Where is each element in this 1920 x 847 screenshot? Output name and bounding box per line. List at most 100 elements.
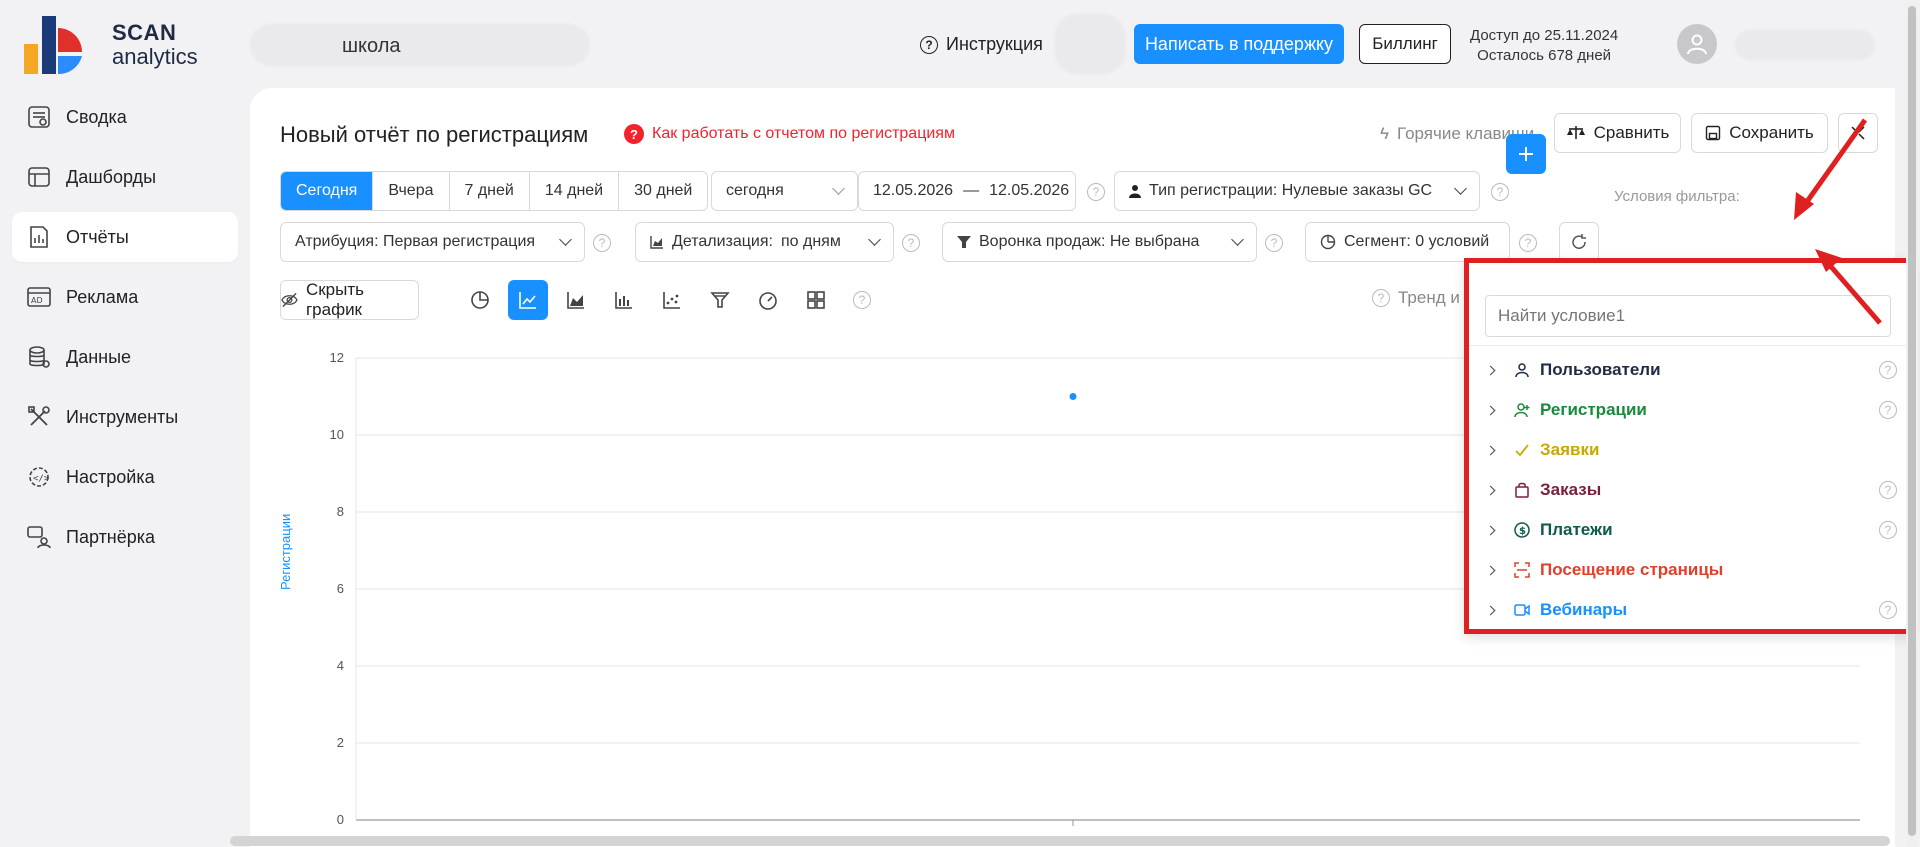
sidebar-item-settings[interactable]: </> Настройка [12,452,238,502]
chevron-down-icon [832,182,845,195]
ads-icon: AD [27,287,51,307]
logo-icon [24,16,82,75]
condition-item[interactable]: Пользователи? [1485,355,1897,385]
trend-toggle[interactable]: ? Тренд и [1372,288,1460,308]
instruction-link[interactable]: ? Инструкция [920,34,1043,55]
period-select[interactable]: сегодня [711,171,858,211]
condition-item[interactable]: Вебинары? [1485,595,1897,625]
chart-type-line-button[interactable] [508,280,548,320]
condition-item-label: Заказы [1540,480,1602,499]
help-icon[interactable]: ? [1491,183,1509,201]
trend-label: Тренд и [1398,288,1460,307]
y-tick-label: 6 [337,581,344,596]
sidebar-item-reports[interactable]: Отчёты [12,212,238,262]
chevron-down-icon [1454,182,1467,195]
chart-type-bar-button[interactable] [604,280,644,320]
period-14-days[interactable]: 14 дней [530,172,620,210]
condition-item[interactable]: $ Платежи? [1485,515,1897,545]
condition-item[interactable]: Заявки [1485,435,1897,465]
user-avatar-icon [1687,34,1707,55]
collapse-icon [1851,126,1865,140]
fullscreen-button[interactable] [1838,113,1878,153]
sidebar-item-dashboards[interactable]: Дашборды [12,152,238,202]
help-icon[interactable]: ? [1265,234,1283,252]
segment-select[interactable]: Сегмент: 0 условий [1305,222,1510,262]
save-button[interactable]: Сохранить [1691,113,1828,153]
help-icon[interactable]: ? [593,234,611,252]
chart-type-area-button[interactable] [556,280,596,320]
gauge-icon [759,292,777,310]
period-today[interactable]: Сегодня [281,172,374,210]
filter-conditions-label: Условия фильтра: [1614,188,1740,205]
detail-select[interactable]: Детализация: по дням [635,222,894,262]
sidebar-item-data[interactable]: Данные [12,332,238,382]
page-title: Новый отчёт по регистрациям [280,122,589,147]
bar-chart-icon [615,292,632,309]
instruction-label: Инструкция [946,34,1043,54]
sidebar-item-label: Дашборды [66,166,156,187]
funnel-value: Воронка продаж: Не выбрана [979,233,1200,250]
period-yesterday[interactable]: Вчера [373,172,450,210]
hide-chart-button[interactable]: Скрыть график [280,280,419,320]
period-7-days[interactable]: 7 дней [450,172,530,210]
logo[interactable]: SCAN analytics [22,14,222,76]
sidebar-item-summary[interactable]: Сводка [12,92,238,142]
funnel-icon [710,292,730,308]
add-filter-button[interactable] [1506,134,1546,174]
data-point[interactable] [1069,393,1077,400]
date-to: 12.05.2026 [989,182,1070,199]
scrollbar-thumb[interactable] [1908,6,1916,836]
help-icon[interactable]: ? [1879,481,1897,499]
logo-brand-bottom: analytics [112,44,198,69]
condition-item-label: Пользователи [1540,360,1661,379]
funnel-select[interactable]: Воронка продаж: Не выбрана [942,222,1257,262]
help-icon[interactable]: ? [1879,361,1897,379]
condition-item[interactable]: Регистрации? [1485,395,1897,425]
condition-item-label: Регистрации [1540,400,1647,419]
access-info: Доступ до 25.11.2024 Осталось 678 дней [1470,26,1618,66]
chevron-right-icon [1485,565,1496,575]
help-icon[interactable]: ? [1879,601,1897,619]
reports-icon [30,226,48,248]
help-icon[interactable]: ? [1519,234,1537,252]
period-30-days[interactable]: 30 дней [619,172,707,210]
sidebar-item-label: Данные [66,346,132,367]
avatar[interactable] [1677,24,1717,64]
support-button[interactable]: Написать в поддержку [1134,24,1344,64]
sidebar-item-tools[interactable]: Инструменты [12,392,238,442]
area-chart-icon [567,292,584,309]
condition-item[interactable]: Посещение страницы [1485,555,1897,585]
scales-icon [1566,126,1585,139]
chart-type-scatter-button[interactable] [652,280,692,320]
howto-link[interactable]: ? Как работать с отчетом по регистрациям [624,124,955,144]
refresh-button[interactable] [1559,222,1599,262]
pie-chart-icon [471,291,489,309]
eye-off-icon [281,292,298,308]
condition-item[interactable]: Заказы? [1485,475,1897,505]
help-icon[interactable]: ? [902,234,920,252]
billing-button[interactable]: Биллинг [1359,24,1451,64]
user-icon [1515,363,1529,378]
sidebar-item-ads[interactable]: AD Реклама [12,272,238,322]
help-icon[interactable]: ? [1087,183,1105,201]
sidebar-item-partner[interactable]: Партнёрка [12,512,238,562]
scatter-chart-icon [663,292,680,309]
svg-text:</>: </> [33,474,50,484]
chart-type-table-button[interactable] [796,280,836,320]
chart-type-gauge-button[interactable] [748,280,788,320]
registration-type-select[interactable]: Тип регистрации: Нулевые заказы GC [1114,171,1480,211]
date-range-picker[interactable]: 12.05.2026 — 12.05.2026 [858,171,1076,211]
chart-type-pie-button[interactable] [460,280,500,320]
condition-search-input[interactable] [1485,295,1891,337]
horizontal-scrollbar[interactable] [230,836,1890,846]
help-icon[interactable]: ? [853,291,871,309]
y-tick-label: 4 [337,658,344,673]
y-tick-label: 0 [337,812,344,827]
vertical-scrollbar[interactable] [1906,0,1918,847]
compare-button[interactable]: Сравнить [1554,113,1681,153]
project-name[interactable]: школа [342,35,401,58]
help-icon[interactable]: ? [1879,401,1897,419]
chart-type-funnel-button[interactable] [700,280,740,320]
help-icon[interactable]: ? [1879,521,1897,539]
attribution-select[interactable]: Атрибуция: Первая регистрация [280,222,585,262]
